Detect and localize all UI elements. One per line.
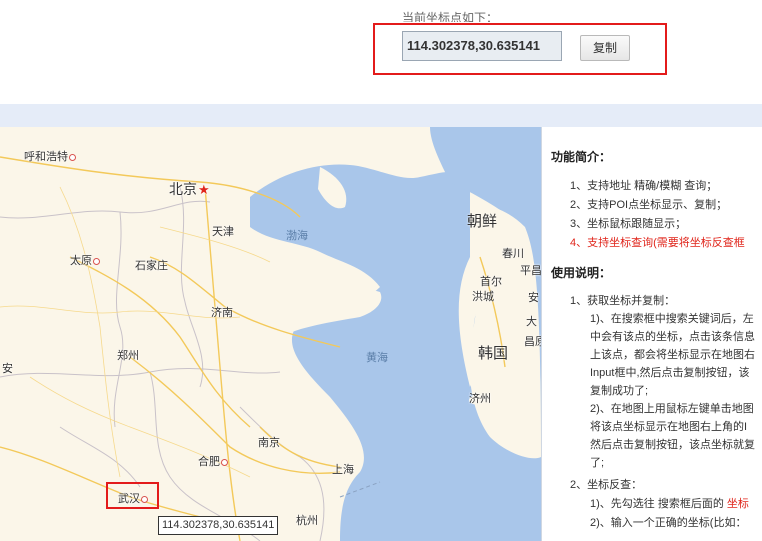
map-sea-huanghai: 黄海	[366, 352, 388, 364]
usage-line: 将该点坐标显示在地图右上角的I	[590, 421, 748, 433]
toolbar-band	[0, 104, 762, 127]
feature-item: 3、坐标鼠标跟随显示；	[570, 218, 687, 230]
map-city-hangzhou: 杭州	[296, 512, 318, 528]
city-label: 南京	[258, 437, 280, 449]
city-label: 上海	[332, 464, 354, 476]
map-city-tianjin: 天津	[212, 223, 234, 239]
usage-line: 复制成功了;	[590, 385, 649, 397]
map-city-seoul: 首尔	[480, 276, 502, 288]
map-city-nanjing: 南京	[258, 434, 280, 450]
map-city-jinan: 济南	[211, 304, 233, 320]
city-label: 天津	[212, 226, 234, 238]
map-country-north-korea: 朝鲜	[467, 213, 498, 230]
usage-line: Input框中,然后点击复制按钮，该	[590, 367, 750, 379]
usage-line: 1、获取坐标并复制：	[570, 295, 676, 307]
map-city-chuncheon: 春川	[502, 248, 524, 260]
usage-heading: 使用说明：	[551, 266, 612, 280]
info-panel: 功能简介： 1、支持地址 精确/模糊 查询； 2、支持POI点坐标显示、复制； …	[541, 127, 762, 541]
city-dot-icon	[93, 257, 100, 265]
map-city-hongseong: 洪城	[472, 291, 494, 303]
city-label: 太原	[70, 255, 92, 267]
map-city-daegu: 大	[526, 316, 537, 328]
features-heading: 功能简介：	[551, 150, 612, 164]
city-label: 郑州	[117, 350, 139, 362]
mouse-coord-tooltip: 114.302378,30.635141	[158, 516, 279, 535]
feature-item: 2、支持POI点坐标显示、复制；	[570, 199, 728, 211]
map-city-shijiazhuang: 石家庄	[135, 257, 168, 273]
city-dot-icon	[69, 153, 76, 161]
usage-line: 2)、在地图上用鼠标左键单击地图	[590, 403, 754, 415]
map-city-taiyuan: 太原	[70, 252, 101, 268]
usage-text: 1)、先勾选往 搜索框后面的	[590, 498, 724, 510]
map-city-hohhot: 呼和浩特	[24, 148, 77, 164]
map-city-changwon: 昌原	[524, 336, 541, 348]
usage-highlight: 坐标	[726, 498, 749, 510]
usage-line: 1)、在搜索框中搜索关键词后，左	[590, 313, 754, 325]
usage-line: 2)、输入一个正确的坐标(比如：	[590, 517, 747, 529]
usage-line: 2、坐标反查：	[570, 479, 643, 491]
copy-button[interactable]: 复制	[580, 35, 630, 61]
city-label: 合肥	[198, 456, 220, 468]
city-label: 济南	[211, 307, 233, 319]
capital-star-icon: ★	[198, 182, 210, 197]
wuhan-highlight-frame	[106, 482, 159, 509]
map-country-south-korea: 韩国	[478, 345, 509, 362]
city-dot-icon	[221, 458, 228, 466]
usage-line: 了;	[590, 457, 605, 469]
map-city-andong: 安	[528, 292, 539, 304]
usage-line: 1)、先勾选往 搜索框后面的 坐标	[590, 495, 749, 511]
map-sea-bohai: 渤海	[286, 230, 308, 242]
map-city-xian: 安	[2, 360, 13, 376]
map-city-jeju: 济州	[469, 393, 491, 405]
feature-item: 4、支持坐标查询(需要将坐标反查框	[570, 237, 745, 249]
map-city-shanghai: 上海	[332, 461, 354, 477]
map-base	[0, 127, 541, 541]
city-label: 安	[2, 363, 13, 375]
city-label: 石家庄	[135, 260, 168, 272]
usage-line: 然后点击复制按钮，该点坐标就复	[590, 439, 755, 451]
city-label: 北京	[169, 181, 197, 197]
map-canvas[interactable]: 呼和浩特 北京★ 天津 太原 石家庄 济南 郑州 安 合肥 南京 上海 杭州 武…	[0, 127, 541, 541]
city-label: 杭州	[296, 515, 318, 527]
coord-input[interactable]: 114.302378,30.635141	[402, 31, 562, 61]
map-city-pyeongchang: 平昌	[520, 265, 541, 277]
map-city-zhengzhou: 郑州	[117, 347, 139, 363]
usage-line: 上该点，都会将坐标显示在地图右	[590, 349, 755, 361]
map-city-hefei: 合肥	[198, 453, 229, 469]
map-city-beijing: 北京★	[169, 179, 210, 199]
usage-line: 中会有该点的坐标，点击该条信息	[590, 331, 755, 343]
city-label: 呼和浩特	[24, 151, 68, 163]
coord-caption: 当前坐标点如下：	[402, 11, 499, 22]
feature-item: 1、支持地址 精确/模糊 查询；	[570, 180, 718, 192]
